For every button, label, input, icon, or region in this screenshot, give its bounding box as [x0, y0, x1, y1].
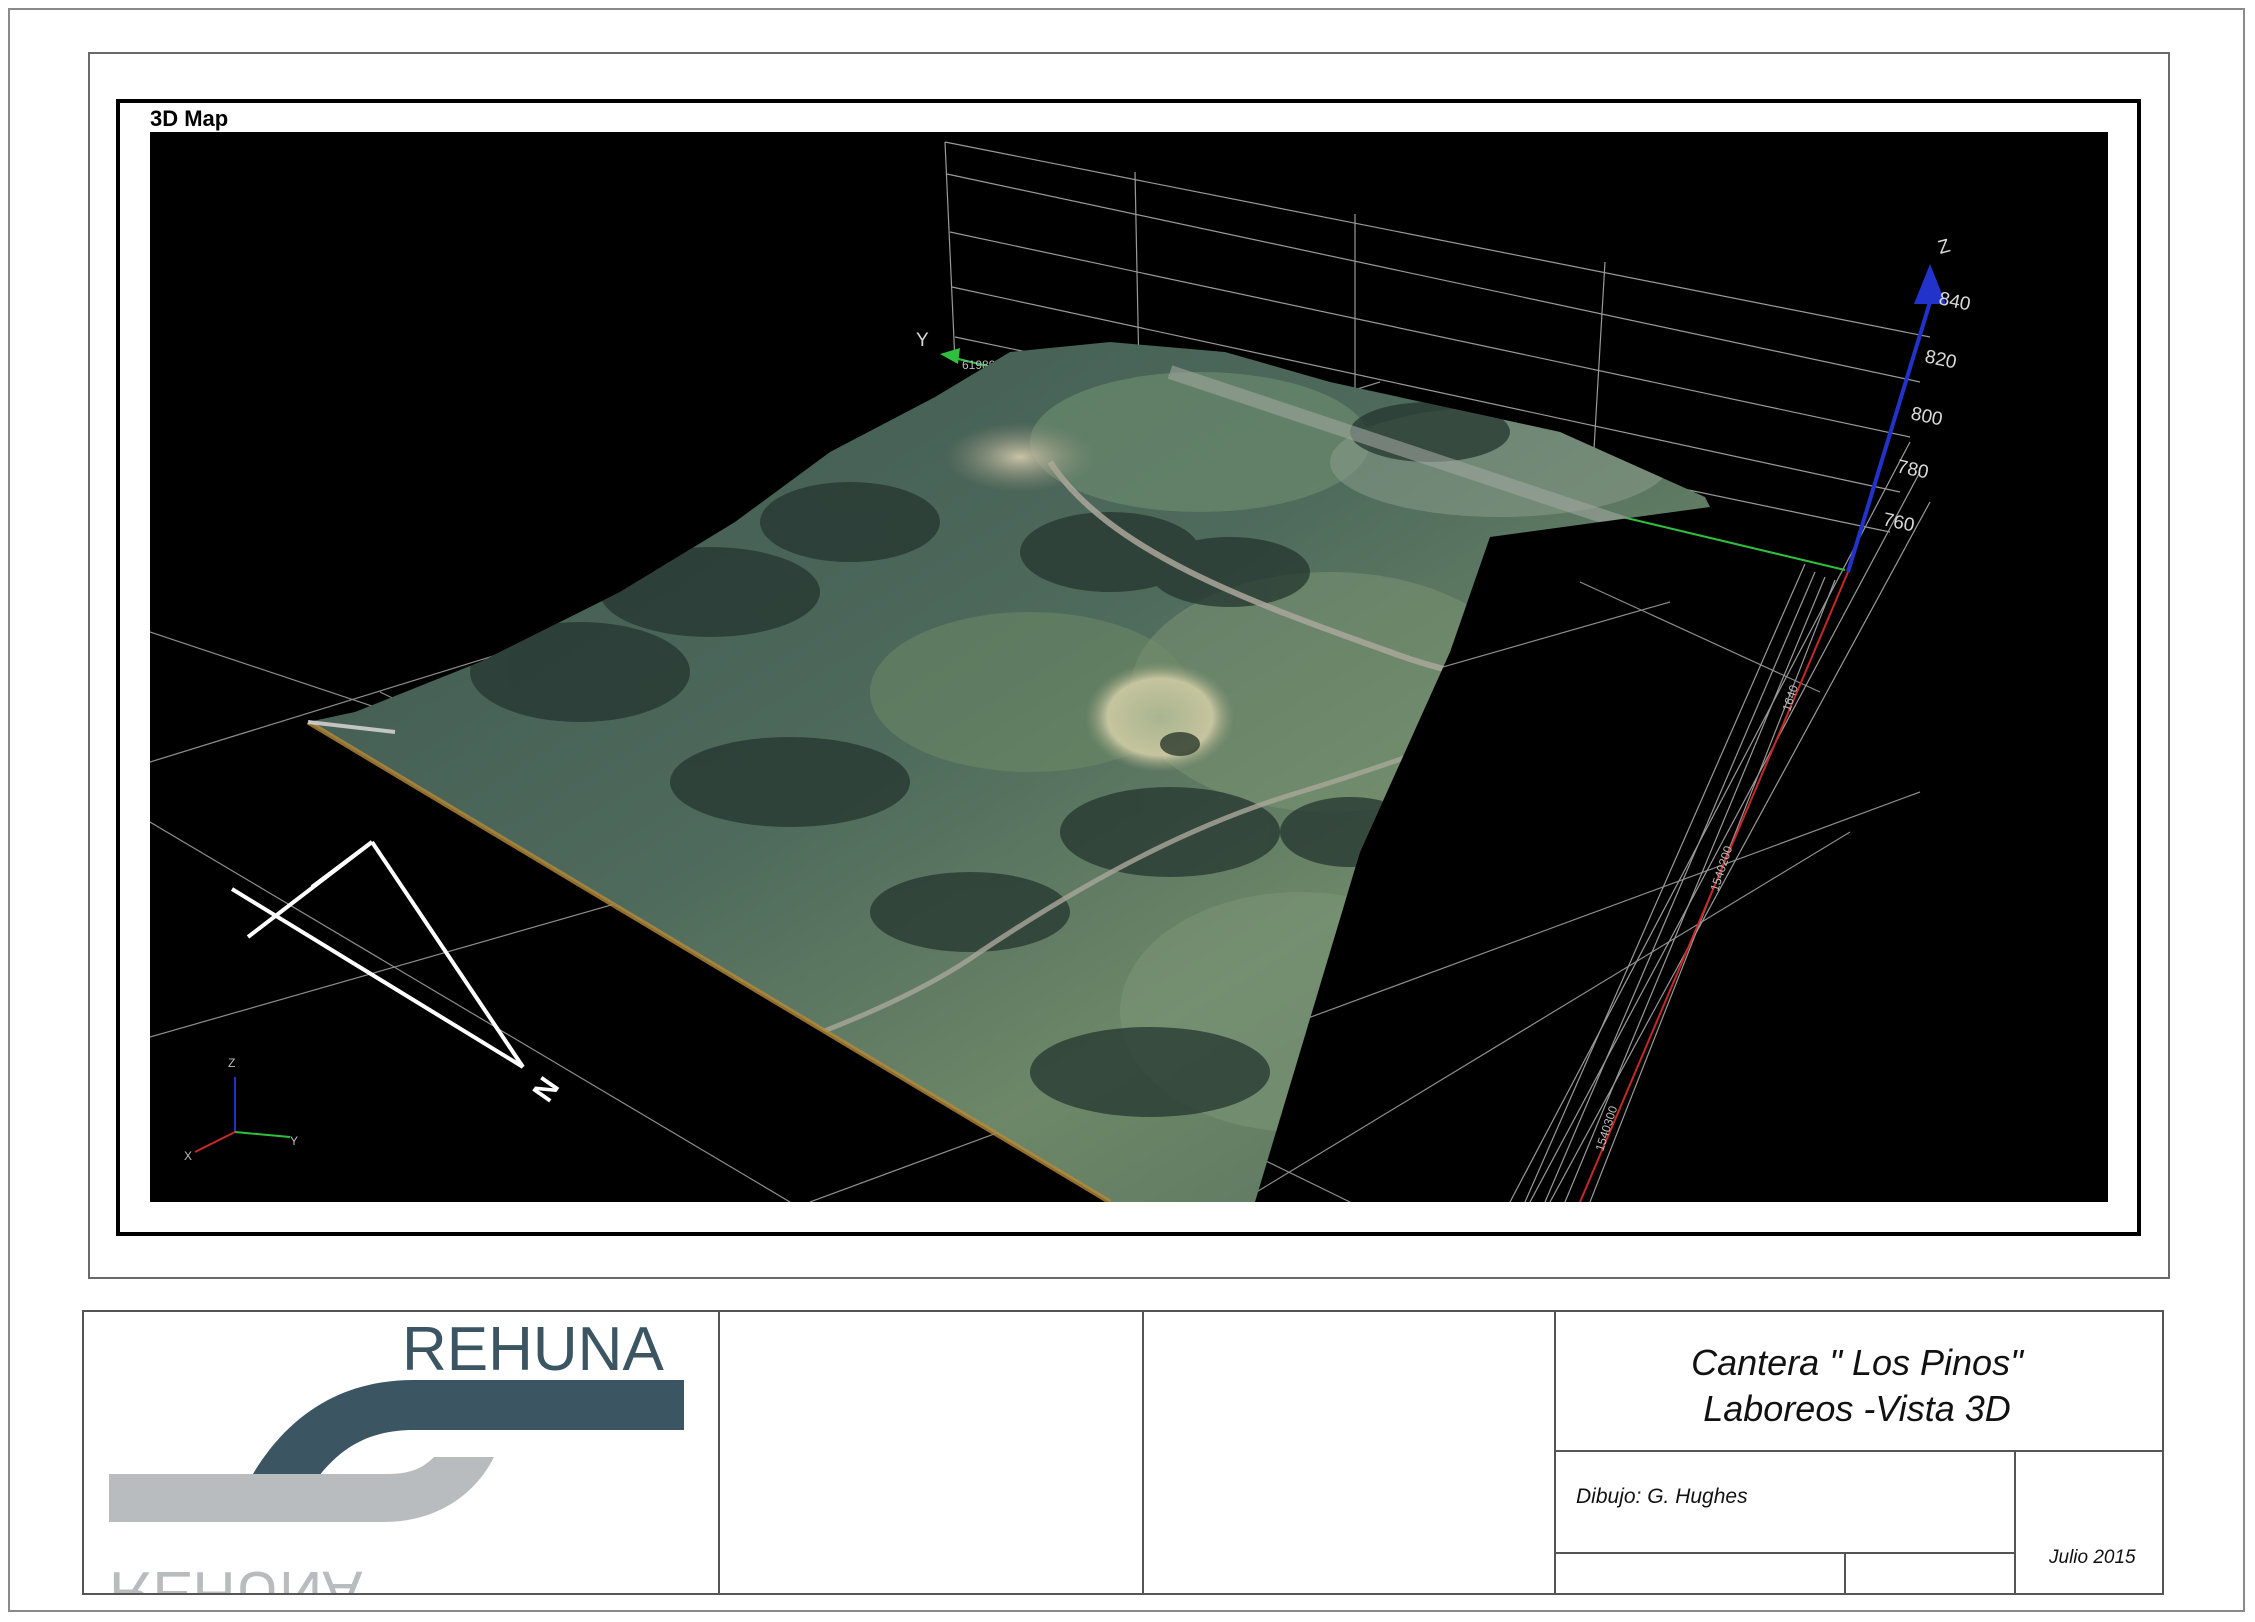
orientation-triad: Z Y X — [184, 1056, 298, 1163]
project-title-line1: Cantera " Los Pinos" — [1691, 1342, 2023, 1383]
quarry-south — [1085, 662, 1235, 772]
map-panel-label: 3D Map — [150, 106, 229, 131]
north-label: N — [527, 1071, 566, 1108]
divider — [2014, 1450, 2016, 1593]
divider — [1844, 1552, 1846, 1593]
z-tick-label: 780 — [1895, 456, 1930, 483]
triad-z-label: Z — [228, 1056, 235, 1070]
north-arrow — [230, 840, 525, 1069]
project-title: Cantera " Los Pinos" Laboreos -Vista 3D — [1554, 1340, 2160, 1432]
divider — [1142, 1312, 1144, 1593]
y-axis-name: Y — [916, 330, 929, 351]
divider — [1554, 1552, 2014, 1554]
z-axis-name: Z — [1936, 235, 1953, 258]
logo-text: REHUNA — [402, 1315, 664, 1384]
divider — [1554, 1450, 2164, 1452]
z-tick-label: 800 — [1909, 403, 1944, 430]
z-tick-label: 840 — [1937, 288, 1972, 315]
z-tick-label: 820 — [1923, 346, 1958, 373]
logo-text-mirrored: REHUNA — [109, 1559, 362, 1593]
title-block: REHUNA REHUNA Cantera " Los Pinos" Labor… — [82, 1310, 2164, 1595]
date: Julio 2015 — [2049, 1547, 2136, 1568]
x-tick-label: 1640 — [1780, 683, 1802, 713]
z-tick-label: 760 — [1881, 509, 1916, 536]
x-tick-label: 1540300 — [1593, 1104, 1621, 1153]
quarry-north — [945, 422, 1095, 492]
y-axis-arrow — [940, 348, 960, 364]
triad-y-label: Y — [290, 1134, 298, 1148]
company-logo: REHUNA REHUNA — [84, 1312, 718, 1593]
divider — [718, 1312, 720, 1593]
project-title-line2: Laboreos -Vista 3D — [1703, 1388, 2011, 1429]
drawn-by: Dibujo: G. Hughes — [1576, 1485, 1748, 1508]
3d-map-viewport[interactable]: Y 6198900 Z 840 820 800 780 760 1640 154… — [150, 132, 2108, 1202]
terrain-surface — [306, 342, 1710, 1202]
triad-x-label: X — [184, 1149, 192, 1163]
